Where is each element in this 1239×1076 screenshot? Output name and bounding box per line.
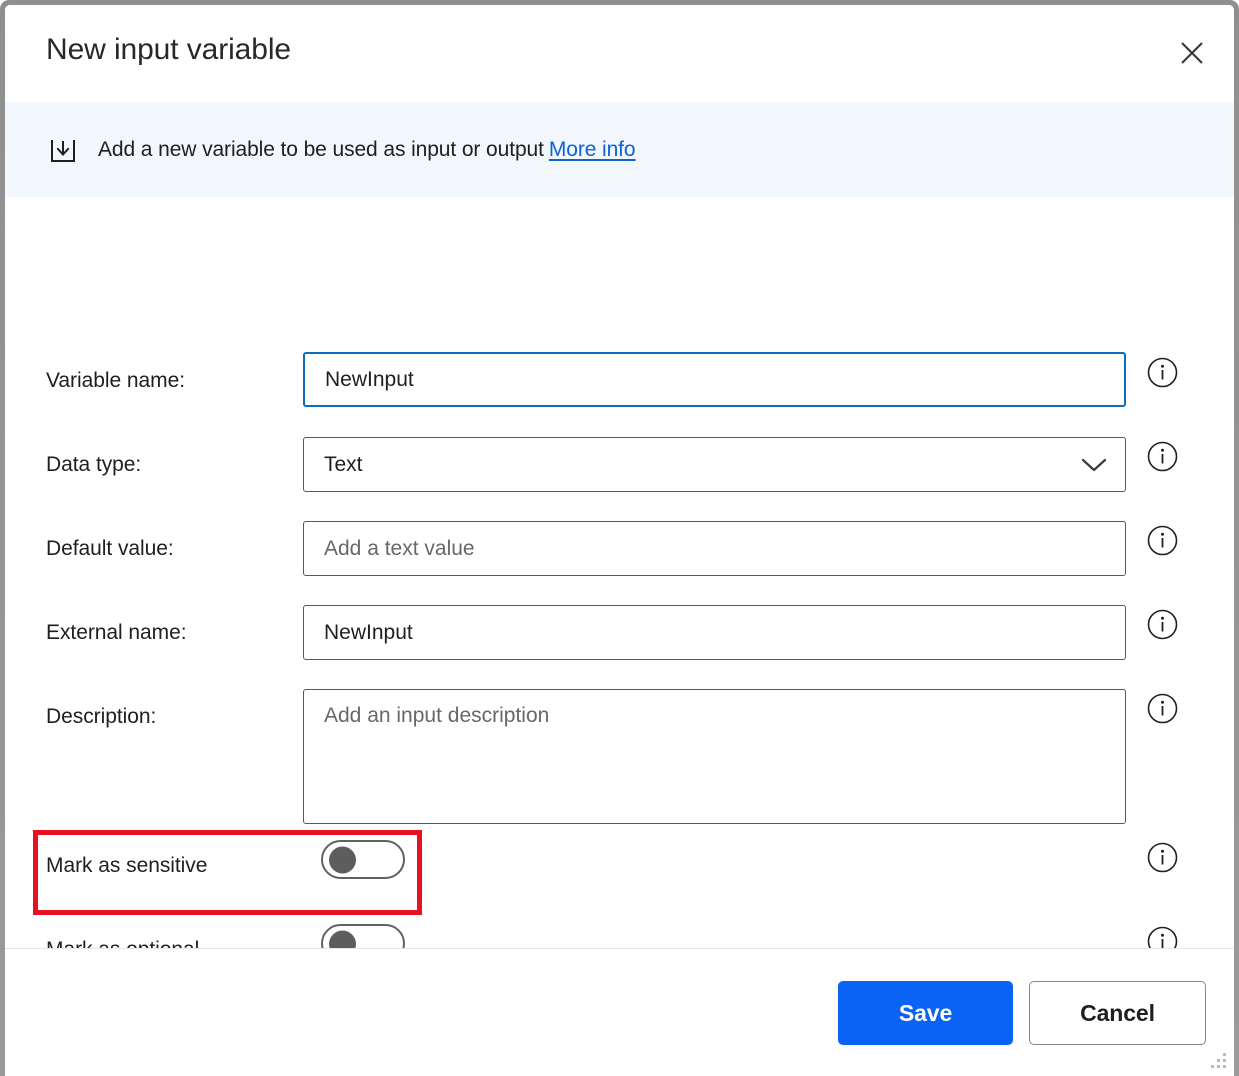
banner-text: Add a new variable to be used as input o… (98, 137, 636, 162)
data-type-dropdown[interactable]: Text (303, 437, 1126, 492)
info-icon-variable-name[interactable] (1145, 355, 1180, 390)
toggle-knob (329, 846, 356, 873)
cancel-button[interactable]: Cancel (1029, 981, 1206, 1045)
toggle-mark-as-sensitive[interactable] (321, 840, 405, 879)
info-icon-data-type[interactable] (1145, 439, 1180, 474)
label-variable-name: Variable name: (46, 369, 185, 392)
info-icon-external-name[interactable] (1145, 607, 1180, 642)
label-default-value: Default value: (46, 537, 174, 560)
close-button[interactable] (1165, 26, 1219, 80)
dialog-window: New input variable Add a new variable to… (5, 5, 1234, 1076)
info-banner: Add a new variable to be used as input o… (5, 102, 1234, 197)
data-type-value: Text (324, 453, 363, 476)
info-icon-mark-as-sensitive[interactable] (1145, 840, 1180, 875)
variable-name-value: NewInput (325, 368, 414, 391)
external-name-input[interactable]: NewInput (303, 605, 1126, 660)
dialog-window-frame: New input variable Add a new variable to… (0, 0, 1239, 1076)
banner-description: Add a new variable to be used as input o… (98, 137, 544, 161)
variable-name-input[interactable]: NewInput (303, 352, 1126, 407)
label-data-type: Data type: (46, 453, 142, 476)
default-value-placeholder: Add a text value (324, 537, 475, 560)
close-icon (1179, 40, 1205, 66)
chevron-down-icon (1081, 457, 1107, 473)
dialog-footer: Save Cancel (5, 948, 1234, 1076)
label-mark-as-sensitive: Mark as sensitive (46, 854, 208, 877)
description-placeholder: Add an input description (324, 704, 550, 727)
info-icon-description[interactable] (1145, 691, 1180, 726)
resize-grip[interactable] (1206, 1050, 1228, 1072)
form-body: Variable name: NewInput Data type: Text (5, 197, 1234, 963)
page-title: New input variable (46, 33, 291, 66)
external-name-value: NewInput (324, 621, 413, 644)
default-value-input[interactable]: Add a text value (303, 521, 1126, 576)
save-button[interactable]: Save (838, 981, 1013, 1045)
description-textarea[interactable]: Add an input description (303, 689, 1126, 824)
label-external-name: External name: (46, 621, 187, 644)
input-download-icon (46, 133, 80, 167)
dialog-titlebar: New input variable (5, 5, 1234, 102)
label-description: Description: (46, 705, 157, 728)
more-info-link[interactable]: More info (549, 138, 636, 161)
info-icon (1147, 357, 1178, 388)
info-icon-default-value[interactable] (1145, 523, 1180, 558)
